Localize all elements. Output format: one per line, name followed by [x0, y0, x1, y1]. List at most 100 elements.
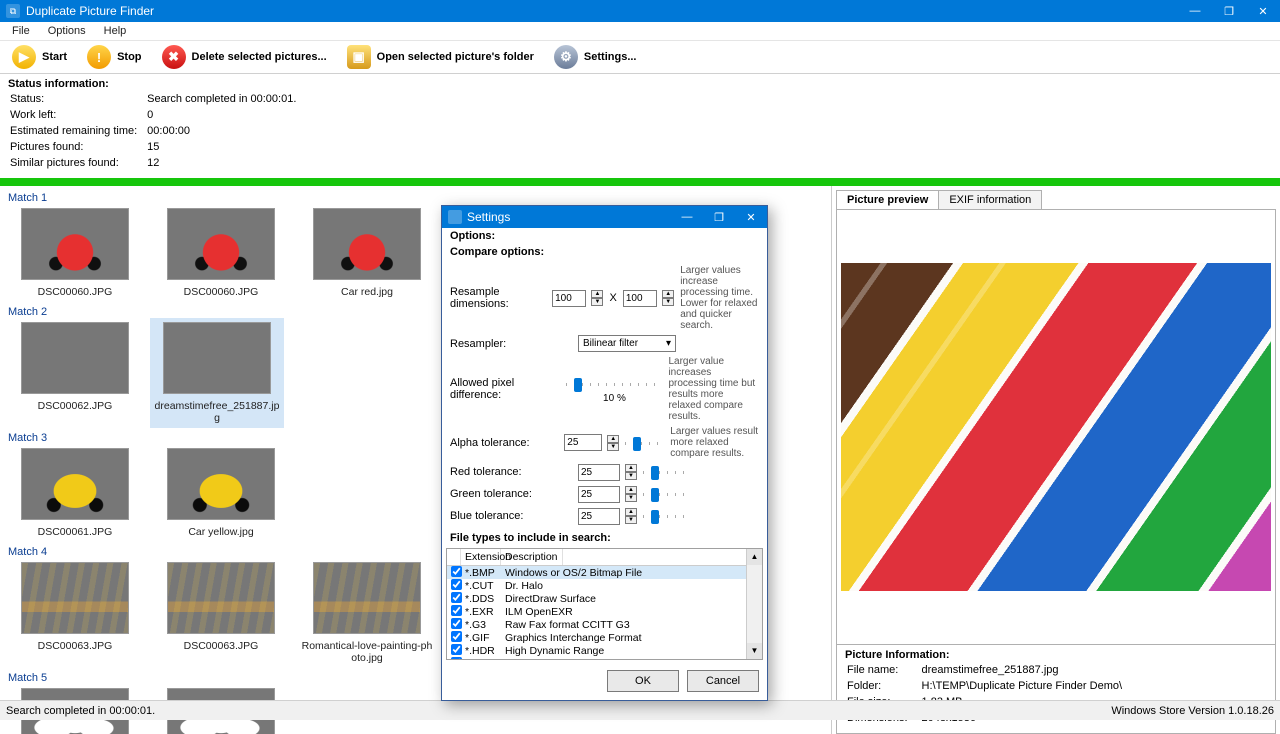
filetype-ext: *.EXR: [461, 606, 501, 618]
cancel-button[interactable]: Cancel: [687, 670, 759, 692]
folder-icon: ▣: [347, 45, 371, 69]
thumbnail[interactable]: DSC00063.JPG: [8, 562, 142, 664]
thumbnail[interactable]: DSC00063.JPG: [154, 562, 288, 664]
col-extension[interactable]: Extension: [461, 549, 501, 565]
thumbnail-caption: Car red.jpg: [300, 286, 434, 298]
status-val: 15: [147, 140, 304, 154]
scroll-down-icon[interactable]: ▼: [747, 643, 762, 659]
picinfo-key: Folder:: [847, 679, 920, 693]
blue-slider[interactable]: [643, 507, 687, 525]
resample-height-input[interactable]: 100: [623, 290, 657, 307]
spinner[interactable]: ▲▼: [662, 290, 674, 306]
chevron-down-icon: ▾: [666, 338, 671, 349]
thumbnail-image: [167, 448, 275, 520]
green-slider[interactable]: [643, 485, 687, 503]
status-val: 12: [147, 156, 304, 170]
thumbnail[interactable]: dreamstimefree_251887.jpg: [150, 318, 284, 428]
minimize-button[interactable]: —: [1178, 0, 1212, 22]
open-folder-button[interactable]: ▣ Open selected picture's folder: [339, 43, 542, 71]
spinner[interactable]: ▲▼: [625, 508, 637, 524]
filetype-row[interactable]: *.G3Raw Fax format CCITT G3: [447, 618, 762, 631]
ok-button[interactable]: OK: [607, 670, 679, 692]
status-key: Similar pictures found:: [10, 156, 145, 170]
close-button[interactable]: ✕: [1246, 0, 1280, 22]
scroll-up-icon[interactable]: ▲: [747, 549, 762, 565]
filetype-row[interactable]: *.EXRILM OpenEXR: [447, 605, 762, 618]
menu-file[interactable]: File: [4, 23, 38, 39]
filetype-desc: Windows or OS/2 Bitmap File: [501, 567, 646, 579]
menu-options[interactable]: Options: [40, 23, 94, 39]
stop-button[interactable]: !Stop: [79, 43, 149, 71]
tab-picture-preview[interactable]: Picture preview: [836, 190, 939, 209]
resampler-label: Resampler:: [450, 338, 572, 350]
pixel-difference-slider[interactable]: [566, 375, 662, 393]
menu-help[interactable]: Help: [96, 23, 135, 39]
thumbnail[interactable]: DSC00060.JPG: [8, 208, 142, 298]
delete-label: Delete selected pictures...: [192, 51, 327, 63]
app-icon: ⧉: [6, 4, 20, 18]
spinner[interactable]: ▲▼: [625, 486, 637, 502]
status-val: Search completed in 00:00:01.: [147, 92, 304, 106]
start-button[interactable]: ▶ Start: [4, 43, 75, 71]
spinner[interactable]: ▲▼: [625, 464, 637, 480]
filetype-row[interactable]: *.CUTDr. Halo: [447, 579, 762, 592]
settings-label: Settings...: [584, 51, 637, 63]
preview-image: [841, 263, 1271, 591]
play-icon: ▶: [12, 45, 36, 69]
thumbnail-image: [167, 208, 275, 280]
thumbnail[interactable]: Romantical-love-painting-photo.jpg: [300, 562, 434, 664]
filetype-desc: Raw Fax format CCITT G3: [501, 619, 634, 631]
red-slider[interactable]: [643, 463, 687, 481]
spinner[interactable]: ▲▼: [591, 290, 603, 306]
thumbnail[interactable]: DSC00061.JPG: [8, 448, 142, 538]
open-folder-label: Open selected picture's folder: [377, 51, 534, 63]
col-description[interactable]: Description: [501, 549, 563, 565]
dialog-minimize-button[interactable]: —: [671, 206, 703, 228]
thumbnail[interactable]: Car red.jpg: [300, 208, 434, 298]
compare-options-label: Compare options:: [450, 246, 544, 258]
green-label: Green tolerance:: [450, 488, 572, 500]
dialog-maximize-button[interactable]: ❐: [703, 206, 735, 228]
thumbnail[interactable]: DSC00062.JPG: [8, 322, 142, 424]
filetypes-table[interactable]: ExtensionDescription *.BMPWindows or OS/…: [446, 548, 763, 660]
red-input[interactable]: 25: [578, 464, 620, 481]
filetype-ext: *.G3: [461, 619, 501, 631]
spinner[interactable]: ▲▼: [607, 435, 619, 451]
thumbnail[interactable]: Car yellow.jpg: [154, 448, 288, 538]
start-label: Start: [42, 51, 67, 63]
delete-button[interactable]: ✖Delete selected pictures...: [154, 43, 335, 71]
green-input[interactable]: 25: [578, 486, 620, 503]
filetype-row[interactable]: *.DDSDirectDraw Surface: [447, 592, 762, 605]
thumbnail-caption: DSC00063.JPG: [154, 640, 288, 652]
filetype-row[interactable]: *.BMPWindows or OS/2 Bitmap File: [447, 566, 762, 579]
thumbnail-image: [21, 208, 129, 280]
alpha-input[interactable]: 25: [564, 434, 602, 451]
alpha-slider[interactable]: [625, 434, 664, 452]
filetype-desc: High Dynamic Range: [501, 645, 608, 657]
filetype-ext: *.HDR: [461, 645, 501, 657]
dialog-close-button[interactable]: ✕: [735, 206, 767, 228]
maximize-button[interactable]: ❐: [1212, 0, 1246, 22]
filetypes-label: File types to include in search:: [450, 532, 611, 544]
picinfo-key: File name:: [847, 663, 920, 677]
resample-width-input[interactable]: 100: [552, 290, 586, 307]
pixdiff-value: 10 %: [603, 393, 626, 404]
settings-dialog: Settings — ❐ ✕ Options: Compare options:…: [441, 205, 768, 701]
filetype-row[interactable]: *.IFFAmiga IFF: [447, 657, 762, 660]
filetype-ext: *.CUT: [461, 580, 501, 592]
resampler-value: Bilinear filter: [583, 338, 638, 349]
thumbnail-caption: DSC00062.JPG: [8, 400, 142, 412]
options-label: Options:: [450, 230, 495, 242]
filetypes-scrollbar[interactable]: ▲▼: [746, 549, 762, 659]
thumbnail-caption: DSC00061.JPG: [8, 526, 142, 538]
resampler-dropdown[interactable]: Bilinear filter ▾: [578, 335, 676, 352]
dialog-titlebar[interactable]: Settings — ❐ ✕: [442, 206, 767, 228]
settings-button[interactable]: ⚙Settings...: [546, 43, 645, 71]
status-key: Work left:: [10, 108, 145, 122]
filetype-row[interactable]: *.GIFGraphics Interchange Format: [447, 631, 762, 644]
dim-hint: Larger values increase processing time. …: [680, 265, 759, 331]
thumbnail[interactable]: DSC00060.JPG: [154, 208, 288, 298]
tab-exif[interactable]: EXIF information: [938, 190, 1042, 209]
blue-input[interactable]: 25: [578, 508, 620, 525]
filetype-row[interactable]: *.HDRHigh Dynamic Range: [447, 644, 762, 657]
